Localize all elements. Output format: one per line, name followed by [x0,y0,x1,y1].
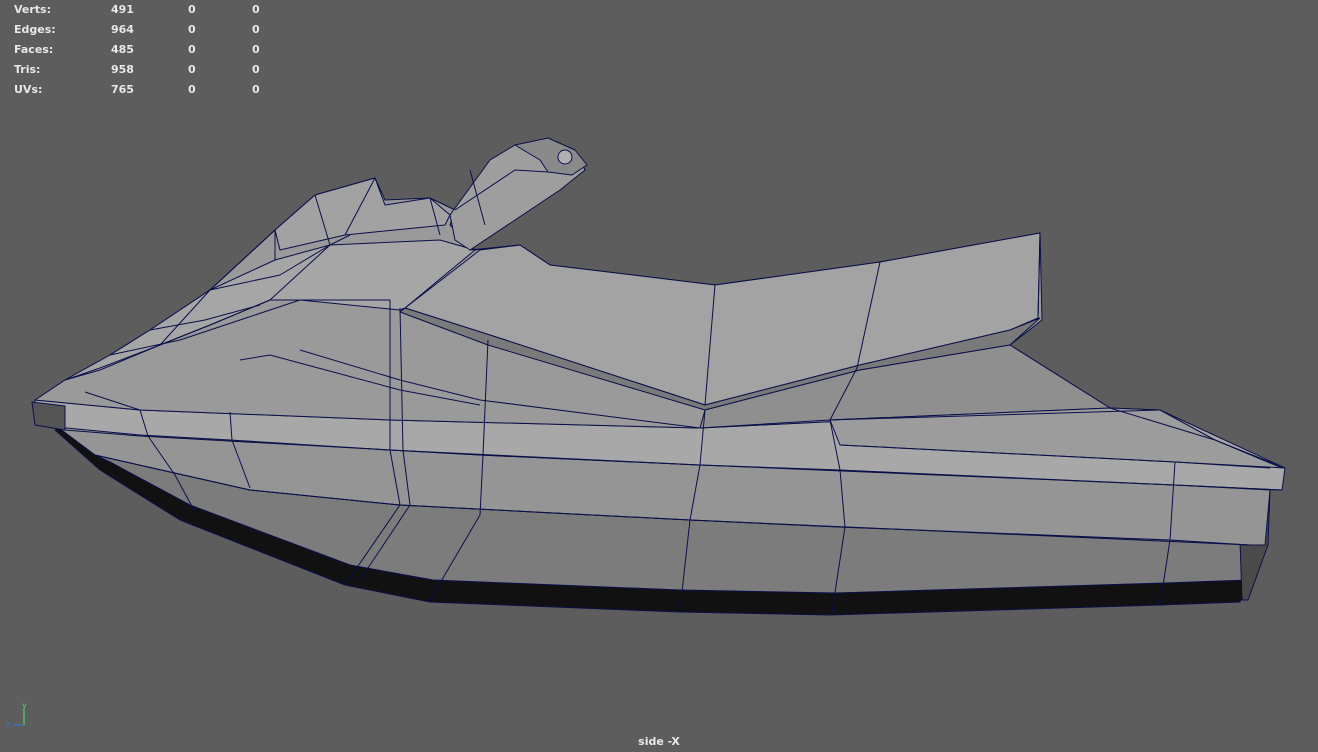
y-axis-label: y [22,701,27,710]
jet-ski-wireframe-model[interactable] [0,0,1318,752]
camera-name-label: side -X [638,735,680,748]
axis-gizmo: y z [6,701,27,729]
nose-cap-face [31,401,66,431]
z-axis-label: z [6,720,10,729]
handlebar-grip [557,149,573,165]
3d-viewport[interactable]: Verts: 491 0 0 Edges: 964 0 0 Faces: 485… [0,0,1318,752]
